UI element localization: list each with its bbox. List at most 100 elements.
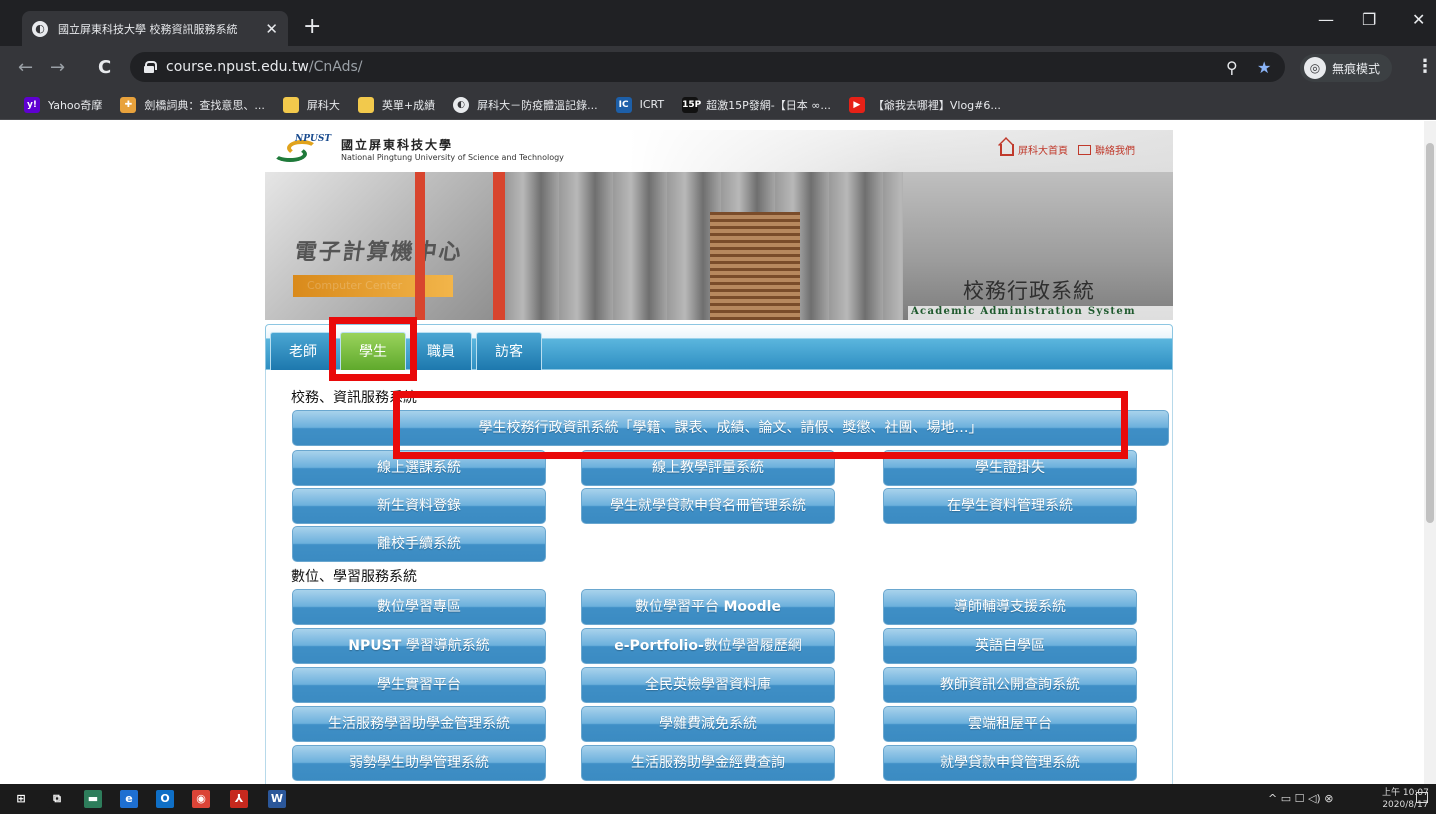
bookmark-label: ICRT <box>639 98 665 111</box>
lock-icon[interactable] <box>144 61 157 73</box>
moodle-button[interactable]: 數位學習平台 Moodle <box>581 589 835 625</box>
restore-icon[interactable]: ❐ <box>1362 10 1376 29</box>
banner-subtitle: Academic Administration System <box>908 306 1173 320</box>
back-icon[interactable]: ← <box>18 57 33 78</box>
university-name-zh: 國立屏東科技大學 <box>341 138 454 152</box>
section-title-learning: 數位、學習服務系統 <box>291 569 417 585</box>
npust-logo-icon: NPUST <box>273 134 335 164</box>
bookmark-item[interactable]: 英單+成績 <box>357 96 436 113</box>
home-icon[interactable] <box>1000 143 1014 156</box>
banner-photo-hall <box>505 172 903 320</box>
banner-links: 屏科大首頁 聯絡我們 <box>1000 142 1135 157</box>
bookmark-item[interactable]: y! Yahoo奇摩 <box>24 96 103 113</box>
bookmark-item[interactable]: 屏科大 <box>282 96 340 113</box>
bookmark-label: 超激15P發網-【日本 ∞... <box>706 98 831 112</box>
english-self-study-button[interactable]: 英語自學區 <box>883 628 1137 664</box>
banner-photo-computer-center: 電子計算機中心 Computer Center <box>265 172 505 320</box>
chrome-icon[interactable]: ◉ <box>192 790 210 808</box>
enrolled-student-data-button[interactable]: 在學生資料管理系統 <box>883 488 1137 524</box>
cloud-rental-button[interactable]: 雲端租屋平台 <box>883 706 1137 742</box>
window-close-icon[interactable]: ✕ <box>1412 10 1425 29</box>
bookmark-label: 劍橋詞典：查找意思、... <box>144 98 265 112</box>
site-banner: 電子計算機中心 Computer Center NPUST 國立屏東科技大學 N… <box>265 130 1173 320</box>
windows-start-icon[interactable]: ⊞ <box>12 790 30 808</box>
university-logo[interactable]: NPUST 國立屏東科技大學 National Pingtung Univers… <box>273 134 564 164</box>
freshman-registration-button[interactable]: 新生資料登錄 <box>292 488 546 524</box>
incognito-indicator[interactable]: ◎ 無痕模式 <box>1300 54 1393 82</box>
minimize-icon[interactable]: — <box>1318 10 1334 29</box>
tab-title: 國立屏東科技大學 校務資訊服務系統 <box>58 22 238 36</box>
student-loan-roster-button[interactable]: 學生就學貸款申貸名冊管理系統 <box>581 488 835 524</box>
globe-icon: ◐ <box>32 20 48 37</box>
address-bar[interactable]: course.npust.edu.tw /CnAds/ ⚲ ★ <box>130 52 1285 82</box>
forward-icon[interactable]: → <box>50 57 65 78</box>
bookmark-item[interactable]: ▶ 【爺我去哪裡】Vlog#6... <box>848 96 1001 113</box>
banner-title: 校務行政系統 <box>963 279 1095 303</box>
bookmark-item[interactable]: ✚ 劍橋詞典：查找意思、... <box>120 96 265 113</box>
incognito-icon: ◎ <box>1304 57 1326 79</box>
bookmark-label: 英單+成績 <box>381 98 436 112</box>
cambridge-icon: ✚ <box>120 96 137 113</box>
browser-tab[interactable]: ◐ 國立屏東科技大學 校務資訊服務系統 ✕ <box>22 11 288 46</box>
service-learning-grant-button[interactable]: 生活服務學習助學金管理系統 <box>292 706 546 742</box>
edge-icon[interactable]: e <box>120 790 138 808</box>
bookmark-label: 屏科大 <box>306 98 340 112</box>
new-tab-button[interactable]: + <box>303 14 321 39</box>
bookmark-item[interactable]: IC ICRT <box>615 96 665 113</box>
15p-icon: 15P <box>682 96 701 113</box>
reload-icon[interactable]: C <box>98 57 111 78</box>
university-name-en: National Pingtung University of Science … <box>341 153 564 162</box>
browser-menu-icon[interactable]: ⋮ <box>1416 56 1434 77</box>
scrollbar-thumb[interactable] <box>1426 143 1434 523</box>
building-sign: 電子計算機中心 <box>292 239 465 265</box>
tuition-waiver-button[interactable]: 學雜費減免系統 <box>581 706 835 742</box>
tab-close-icon[interactable]: ✕ <box>265 20 278 38</box>
mail-icon[interactable] <box>1078 144 1091 155</box>
internship-platform-button[interactable]: 學生實習平台 <box>292 667 546 703</box>
disadvantaged-aid-button[interactable]: 弱勢學生助學管理系統 <box>292 745 546 781</box>
tab-visitor[interactable]: 訪客 <box>476 332 542 370</box>
bookmark-star-icon[interactable]: ★ <box>1257 58 1271 77</box>
bookmark-item[interactable]: ◐ 屏科大－防疫體溫記錄... <box>453 96 598 113</box>
e-portfolio-button[interactable]: e-Portfolio-數位學習履歷網 <box>581 628 835 664</box>
icrt-icon: IC <box>615 96 632 113</box>
service-grant-query-button[interactable]: 生活服務助學金經費查詢 <box>581 745 835 781</box>
youtube-icon: ▶ <box>848 96 865 113</box>
bookmark-label: 屏科大－防疫體溫記錄... <box>477 98 598 112</box>
student-loan-management-button[interactable]: 就學貸款申貸管理系統 <box>883 745 1137 781</box>
gept-database-button[interactable]: 全民英檢學習資料庫 <box>581 667 835 703</box>
page-scrollbar[interactable] <box>1424 121 1436 784</box>
bookmarks-bar: y! Yahoo奇摩 ✚ 劍橋詞典：查找意思、... 屏科大 英單+成績 ◐ 屏科大－防疫體溫… <box>0 90 1436 120</box>
windows-taskbar: ^ ▭ ☐ ◁) ⊗ 上午 10:07 2020/8/17 ⊞ ⧉ ▬ e O ◉ ⅄ W <box>0 784 1436 814</box>
leaving-school-button[interactable]: 離校手續系統 <box>292 526 546 562</box>
e-learning-zone-button[interactable]: 數位學習專區 <box>292 589 546 625</box>
tab-teacher[interactable]: 老師 <box>270 332 336 370</box>
task-view-icon[interactable]: ⧉ <box>48 790 66 808</box>
notification-icon[interactable] <box>1416 792 1428 803</box>
url-host: course.npust.edu.tw <box>166 59 309 75</box>
link-contact[interactable]: 聯絡我們 <box>1095 142 1135 157</box>
browser-tabstrip: ◐ 國立屏東科技大學 校務資訊服務系統 ✕ + — ❐ ✕ <box>0 0 1436 46</box>
bookmark-label: Yahoo奇摩 <box>48 98 103 112</box>
bookmark-label: 【爺我去哪裡】Vlog#6... <box>872 98 1001 112</box>
tab-staff[interactable]: 職員 <box>410 332 472 370</box>
word-icon[interactable]: W <box>268 790 286 808</box>
teacher-info-query-button[interactable]: 教師資訊公開查詢系統 <box>883 667 1137 703</box>
yahoo-icon: y! <box>24 96 40 113</box>
bookmark-item[interactable]: 15P 超激15P發網-【日本 ∞... <box>682 96 831 113</box>
system-tray[interactable]: ^ ▭ ☐ ◁) ⊗ <box>1268 792 1333 805</box>
file-explorer-icon[interactable]: ▬ <box>84 790 102 808</box>
link-home[interactable]: 屏科大首頁 <box>1018 142 1068 157</box>
globe-icon: ◐ <box>453 96 470 113</box>
folder-icon <box>282 96 299 113</box>
tutor-support-button[interactable]: 導師輔導支援系統 <box>883 589 1137 625</box>
npust-learning-nav-button[interactable]: NPUST 學習導航系統 <box>292 628 546 664</box>
folder-icon <box>357 96 374 113</box>
highlight-student-tab <box>329 317 417 381</box>
url-path: /CnAds/ <box>308 59 363 75</box>
acrobat-icon[interactable]: ⅄ <box>230 790 248 808</box>
highlight-admin-system <box>393 391 1128 459</box>
outlook-icon[interactable]: O <box>156 790 174 808</box>
building-sign-en: Computer Center <box>293 275 453 297</box>
zoom-icon[interactable]: ⚲ <box>1226 58 1238 77</box>
